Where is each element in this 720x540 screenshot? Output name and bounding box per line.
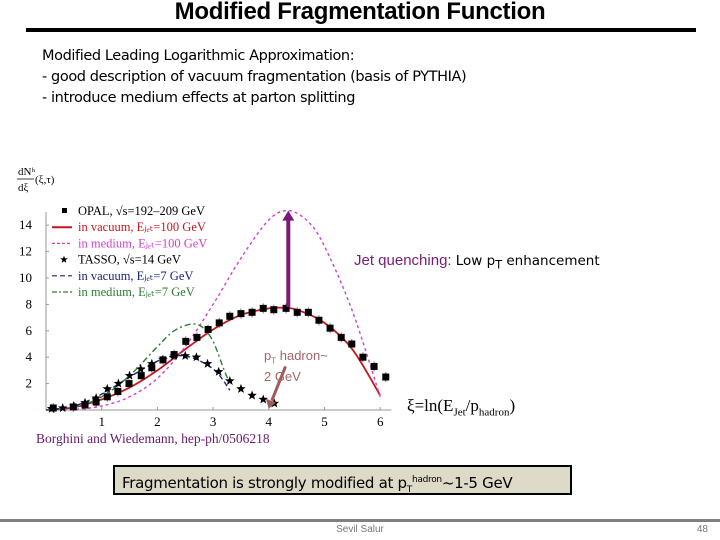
x-tick-label: 4 xyxy=(266,414,273,429)
tasso-data-point xyxy=(258,394,268,404)
intro-line-2: - good description of vacuum fragmentati… xyxy=(42,69,467,85)
opal-data-point xyxy=(137,372,145,380)
jet-quenching-label: Jet quenching: Low pT enhancement xyxy=(354,252,600,272)
x-tick-label: 1 xyxy=(98,414,105,429)
tasso-data-point xyxy=(213,366,224,376)
opal-data-point xyxy=(103,393,111,401)
slide-title: Modified Fragmentation Function xyxy=(174,0,546,25)
pt-hadron-label: pT hadron~ 2 GeV xyxy=(264,348,328,384)
conclusion-box: Fragmentation is strongly modified at pT… xyxy=(113,465,572,495)
jet-quenching-arrow-head xyxy=(282,210,295,221)
legend-label: in vacuum, Eⱼₑₜ=7 GeV xyxy=(78,269,193,283)
legend-star-marker xyxy=(60,255,68,263)
opal-data-point xyxy=(215,319,223,327)
y-axis-label-numerator: dNʰ xyxy=(18,166,35,178)
fragmentation-chart: 24681012141 2 3 4 5 6dNʰdξ(ξ,τ) OPAL, √s=192–… xyxy=(17,166,392,429)
legend-label: in medium, Eⱼₑₜ=100 GeV xyxy=(78,236,207,250)
opal-data-point xyxy=(315,316,323,324)
legend-item: in medium, Eⱼₑₜ=7 GeV xyxy=(52,285,195,299)
reference-citation: Borghini and Wiedemann, hep-ph/0506218 xyxy=(36,431,270,446)
intro-line-3: - introduce medium effects at parton spl… xyxy=(42,90,356,106)
legend-label: in vacuum, Eⱼₑₜ=100 GeV xyxy=(78,220,206,234)
legend-item: in medium, Eⱼₑₜ=100 GeV xyxy=(52,236,207,250)
tasso-data-point xyxy=(57,403,68,413)
opal-data-point xyxy=(293,308,301,316)
y-tick-label: 4 xyxy=(26,349,33,364)
y-tick-label: 10 xyxy=(19,270,32,285)
legend-item: TASSO, √s=14 GeV xyxy=(60,253,181,267)
y-tick-label: 12 xyxy=(19,244,32,259)
opal-data-point xyxy=(359,353,367,361)
legend-label: in medium, Eⱼₑₜ=7 GeV xyxy=(78,285,195,299)
legend-label: TASSO, √s=14 GeV xyxy=(78,253,181,267)
footer-divider xyxy=(0,519,720,522)
x-tick-label: 2 xyxy=(154,414,161,429)
opal-data-point xyxy=(370,362,378,370)
x-tick-label: 5 xyxy=(321,414,328,429)
opal-data-point xyxy=(348,340,356,348)
title-underline xyxy=(26,28,696,32)
legend-item: in vacuum, Eⱼₑₜ=7 GeV xyxy=(52,269,193,283)
chart-legend: OPAL, √s=192–209 GeV in vacuum, Eⱼₑₜ=100 … xyxy=(52,204,207,299)
y-axis-label-args: (ξ,τ) xyxy=(35,174,55,186)
opal-data-point xyxy=(270,306,278,314)
opal-data-point xyxy=(337,333,345,341)
intro-line-1: Modified Leading Logarithmic Approximati… xyxy=(42,48,355,64)
opal-data-point xyxy=(326,324,334,332)
opal-data-point xyxy=(248,308,256,316)
opal-data-point xyxy=(304,308,312,316)
opal-data-point xyxy=(193,333,201,341)
opal-data-point xyxy=(237,310,245,318)
footer-author: Sevil Salur xyxy=(336,524,384,535)
xi-axis-label: ξ=ln(EJet/phadron) xyxy=(407,396,516,419)
intro-text: Modified Leading Logarithmic Approximati… xyxy=(42,46,467,109)
y-axis-label-denominator: dξ xyxy=(18,182,29,194)
legend-item: OPAL, √s=192–209 GeV xyxy=(62,204,205,218)
page-number: 48 xyxy=(696,524,708,535)
opal-data-point xyxy=(114,388,122,396)
tasso-data-point xyxy=(247,390,257,400)
y-tick-label: 14 xyxy=(19,217,33,232)
opal-data-point xyxy=(182,337,190,345)
y-tick-label: 2 xyxy=(26,376,33,391)
opal-data-point xyxy=(226,312,234,320)
tasso-data-point xyxy=(236,383,246,393)
legend-label: OPAL, √s=192–209 GeV xyxy=(78,204,205,218)
opal-data-point xyxy=(382,373,390,381)
opal-data-point xyxy=(259,304,267,312)
low-pt-text: Low pT enhancement xyxy=(455,253,600,272)
legend-item: in vacuum, Eⱼₑₜ=100 GeV xyxy=(52,220,206,234)
x-tick-label: 6 xyxy=(377,414,384,429)
y-tick-label: 8 xyxy=(26,296,33,311)
y-tick-label: 6 xyxy=(26,323,33,338)
chart-points xyxy=(46,303,390,414)
opal-data-point xyxy=(125,380,133,388)
legend-square-marker xyxy=(62,208,67,213)
opal-data-point xyxy=(204,325,212,333)
x-tick-label: 3 xyxy=(210,414,217,429)
jet-quenching-text: Jet quenching: xyxy=(354,252,452,269)
